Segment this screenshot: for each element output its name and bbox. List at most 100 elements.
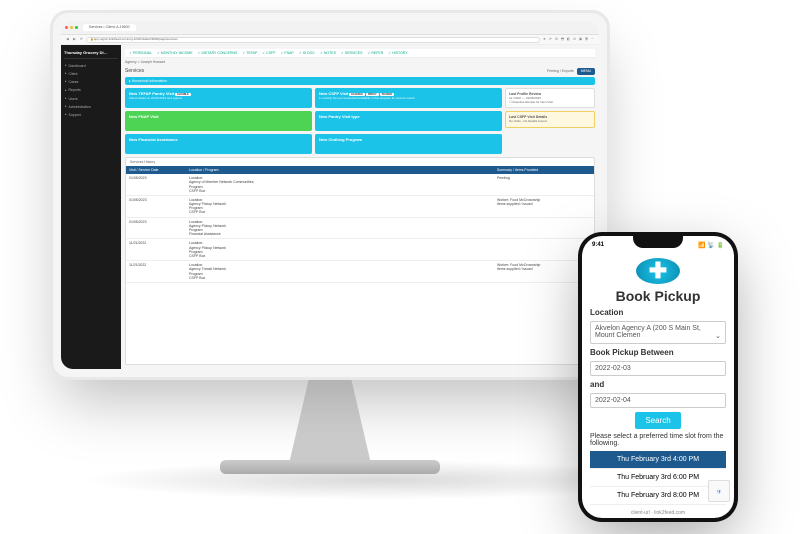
- cell-date: 01/05/2023: [126, 196, 186, 217]
- sidebar-item[interactable]: Users: [64, 95, 118, 103]
- app-logo-icon: ✚: [636, 258, 680, 284]
- table-row[interactable]: 01/05/2023Location:Agency Pickup Network…: [126, 196, 594, 218]
- services-history-table: Services History Visit / Service Date Lo…: [125, 157, 595, 365]
- phone-notch: [633, 236, 683, 248]
- cell-summary: Worker: Food McCrownshipItems supplied /…: [494, 196, 594, 217]
- print-export-label: Printing / Exports: [547, 69, 574, 73]
- time-slot[interactable]: Thu February 3rd 4:00 PM: [590, 451, 726, 469]
- sidebar-item[interactable]: Client: [64, 70, 118, 78]
- cell-date: 11/21/2022: [126, 261, 186, 282]
- url-text: app-region.link2feed.com/org-1234/intake…: [94, 38, 178, 42]
- desktop-monitor: Services • Client: A-19600 ◀ ▶ ⟳ 🔒 app-r…: [50, 10, 610, 380]
- service-card[interactable]: New Clothing Program: [315, 134, 502, 154]
- card-subtitle: Client visited on 01/01/2023 and signed: [129, 97, 308, 101]
- cell-date: 11/21/2022: [126, 239, 186, 260]
- cell-location: Location:Agency Pickup NetworkProgram:Fi…: [186, 218, 494, 239]
- extension-icon[interactable]: 🛡: [584, 37, 589, 42]
- client-tab[interactable]: ✓ FNAP: [281, 51, 294, 55]
- cell-date: 01/05/2023: [126, 218, 186, 239]
- client-tab[interactable]: ✓ ID DOC: [299, 51, 315, 55]
- table-title: Services History: [130, 160, 155, 164]
- extension-icon[interactable]: ▣: [578, 37, 583, 42]
- time-slot[interactable]: Thu February 3rd 8:00 PM: [590, 487, 726, 505]
- client-tab[interactable]: ✓ NOTES: [320, 51, 336, 55]
- date-from-input[interactable]: 2022-02-03: [590, 361, 726, 376]
- window-min-icon[interactable]: [70, 26, 73, 29]
- browser-address-row: ◀ ▶ ⟳ 🔒 app-region.link2feed.com/org-123…: [61, 35, 599, 45]
- cell-summary: Pending: [494, 174, 594, 195]
- service-card[interactable]: New FNAP Visit: [125, 111, 312, 131]
- client-tab[interactable]: ✓ SERVICES: [341, 51, 363, 55]
- sidebar-item[interactable]: Dashboard: [64, 62, 118, 70]
- household-info-bar[interactable]: ▸ Household Information: [125, 77, 595, 85]
- last-profile-review: Last Profile Review for CSFP — 01/05/202…: [505, 88, 595, 108]
- between-label: Book Pickup Between: [590, 348, 726, 357]
- client-tab[interactable]: ✓ TEFAP: [242, 51, 257, 55]
- window-max-icon[interactable]: [75, 26, 78, 29]
- menu-button[interactable]: MENU: [577, 68, 595, 74]
- date-to-input[interactable]: 2022-02-04: [590, 393, 726, 408]
- org-brand: Thursday Grocery Di…: [64, 49, 118, 59]
- location-select[interactable]: Akvelon Agency A (200 S Main St, Mount C…: [590, 321, 726, 344]
- address-bar[interactable]: 🔒 app-region.link2feed.com/org-1234/inta…: [86, 37, 540, 43]
- cell-location: Location:Agency of Member Network Commun…: [186, 174, 494, 195]
- table-header-row: Visit / Service Date Location / Program …: [126, 166, 594, 174]
- table-row[interactable]: 01/05/2023Location:Agency Pickup Network…: [126, 218, 594, 240]
- warn-line: No Visits - No Details Found: [509, 120, 591, 124]
- client-tab[interactable]: ✓ MONTHLY INCOME: [157, 51, 193, 55]
- mobile-phone: 9:41 📶 📡 🔋 ✚ Book Pickup Location Akvelo…: [578, 232, 738, 522]
- extension-icon[interactable]: ◧: [566, 37, 571, 42]
- client-tab[interactable]: ✓ DIETARY CONCERNS: [198, 51, 238, 55]
- service-card[interactable]: New TEFAP Pantry VisitELIGIBLEClient vis…: [125, 88, 312, 108]
- extension-icon[interactable]: ⚙: [554, 37, 559, 42]
- service-card[interactable]: New CSFP VisitELIGIBLEPROXYPAUSED1 month…: [315, 88, 502, 108]
- forward-icon[interactable]: ▶: [72, 37, 77, 42]
- client-tab[interactable]: ✓ PERSONAL: [129, 51, 152, 55]
- search-button[interactable]: Search: [635, 412, 680, 429]
- last-visit-warning: Last CSFP Visit Details No Visits - No D…: [505, 111, 595, 128]
- help-text: Please select a preferred time slot from…: [590, 433, 726, 447]
- recaptcha-badge: 🛡: [708, 480, 730, 502]
- extension-icons: ★⟳⚙⬒◧✉▣🛡⋯: [542, 37, 595, 42]
- client-tab[interactable]: ✓ REFER: [367, 51, 383, 55]
- back-icon[interactable]: ◀: [65, 37, 70, 42]
- phone-footer: client-url · link2feed.com: [582, 508, 734, 518]
- sidebar-item[interactable]: Cases: [64, 78, 118, 86]
- table-row[interactable]: 11/21/2022Location:Agency Pickup Network…: [126, 239, 594, 261]
- breadcrumb: Agency > Joseph Howard: [125, 58, 595, 66]
- table-row[interactable]: 11/21/2022Location:Agency Transit Networ…: [126, 261, 594, 283]
- and-label: and: [590, 380, 726, 389]
- extension-icon[interactable]: ★: [542, 37, 547, 42]
- reload-icon[interactable]: ⟳: [79, 37, 84, 42]
- th-date[interactable]: Visit / Service Date: [126, 166, 186, 174]
- card-title: New Pantry Visit type: [319, 115, 498, 120]
- phone-page-title: Book Pickup: [590, 288, 726, 304]
- location-label: Location: [590, 308, 726, 317]
- time-slot[interactable]: Thu February 3rd 6:00 PM: [590, 469, 726, 487]
- extension-icon[interactable]: ⟳: [548, 37, 553, 42]
- window-close-icon[interactable]: [65, 26, 68, 29]
- service-card[interactable]: New Pantry Visit type: [315, 111, 502, 131]
- sidebar-item[interactable]: Reports: [64, 86, 118, 94]
- card-title: New Clothing Program: [319, 138, 498, 143]
- browser-tab-bar: Services • Client: A-19600: [61, 21, 599, 35]
- card-title: New FNAP Visit: [129, 115, 308, 120]
- service-card[interactable]: New Financial Assistance: [125, 134, 312, 154]
- cell-date: 01/05/2023: [126, 174, 186, 195]
- review-checkbox-label[interactable]: Requires Review for Next Visit: [513, 100, 553, 104]
- extension-icon[interactable]: ✉: [572, 37, 577, 42]
- th-summary[interactable]: Summary / Items Provided: [494, 166, 594, 174]
- sidebar-item[interactable]: Administration: [64, 103, 118, 111]
- client-tab[interactable]: ✓ HISTORY: [388, 51, 407, 55]
- card-subtitle: 1 monthly box per household available in…: [319, 97, 498, 101]
- status-icons: 📶 📡 🔋: [698, 242, 724, 249]
- extension-icon[interactable]: ⋯: [590, 37, 595, 42]
- th-location[interactable]: Location / Program: [186, 166, 494, 174]
- extension-icon[interactable]: ⬒: [560, 37, 565, 42]
- cell-location: Location:Agency Pickup NetworkProgram:CS…: [186, 239, 494, 260]
- client-tab[interactable]: ✓ CSFP: [262, 51, 275, 55]
- sidebar-item[interactable]: Support: [64, 111, 118, 119]
- table-row[interactable]: 01/05/2023Location:Agency of Member Netw…: [126, 174, 594, 196]
- main-content: ✓ PERSONAL ✓ MONTHLY INCOME ✓ DIETARY CONC…: [121, 45, 599, 369]
- browser-tab[interactable]: Services • Client: A-19600: [83, 24, 136, 30]
